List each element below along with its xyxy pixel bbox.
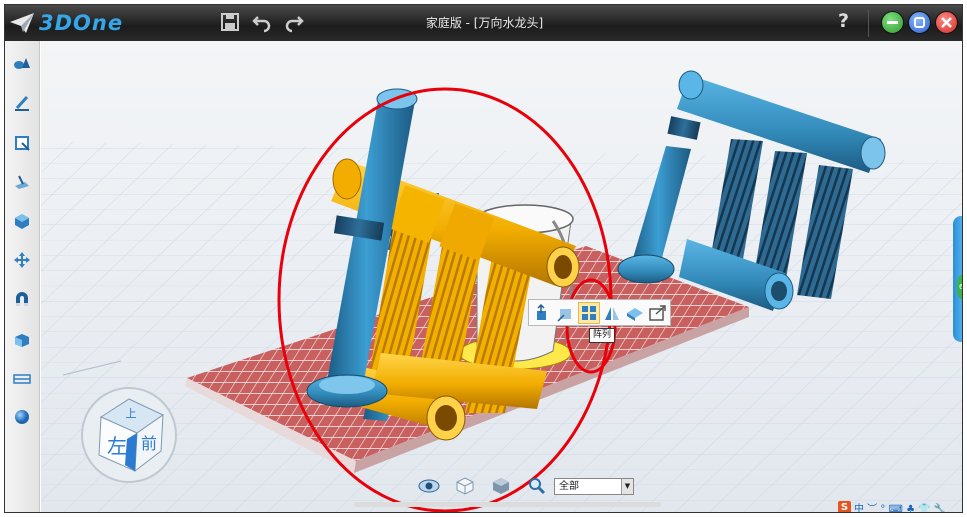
minimize-icon: [887, 21, 898, 24]
solid-icon[interactable]: [10, 51, 34, 75]
close-button[interactable]: [935, 11, 958, 34]
measure-icon[interactable]: [10, 367, 34, 391]
transform-icon[interactable]: [10, 248, 34, 272]
side-badge: 60: [957, 273, 962, 301]
help-button[interactable]: ?: [838, 10, 849, 32]
close-icon: [941, 17, 952, 28]
ime-status[interactable]: 中 ︶ ° ⌨ ♣ 👕 🔧: [854, 500, 946, 513]
material-paint-icon[interactable]: [625, 303, 645, 323]
context-toolbar: [528, 299, 671, 326]
ime-toolbar: S 中 ︶ ° ⌨ ♣ 👕 🔧: [838, 500, 962, 513]
view-cube-top-label: 上: [126, 407, 137, 420]
view-cube[interactable]: 左 前 上: [79, 385, 179, 485]
component-icon[interactable]: [10, 328, 34, 352]
maximize-button[interactable]: [908, 11, 931, 34]
selection-filter-select[interactable]: 全部 ▼: [554, 478, 634, 495]
export-icon[interactable]: [648, 303, 668, 323]
magnet-icon[interactable]: [10, 287, 34, 311]
view-cube-front-label: 前: [141, 434, 157, 453]
title-bar: 3DOne 家庭版 - [万向水龙头] ?: [5, 5, 962, 41]
window-title: 家庭版 - [万向水龙头]: [425, 16, 544, 30]
tooltip: 阵列: [589, 328, 616, 343]
zoom-icon[interactable]: [525, 475, 549, 497]
move-face-icon[interactable]: [556, 303, 576, 323]
combine-icon[interactable]: [10, 209, 34, 233]
minimize-button[interactable]: [881, 11, 904, 34]
sketch-icon[interactable]: [10, 91, 34, 115]
material-icon[interactable]: [10, 405, 34, 429]
restore-icon: [914, 17, 925, 28]
selection-filter-value: 全部: [559, 481, 579, 492]
mirror-icon[interactable]: [602, 303, 622, 323]
app-window: 3DOne 家庭版 - [万向水龙头] ? 阵列 左 前 上 全部 ▼ S 中 …: [4, 4, 963, 513]
modify-icon[interactable]: [10, 170, 34, 194]
horizontal-scrollbar[interactable]: [354, 502, 661, 507]
view-cube-left-label: 左: [107, 434, 127, 458]
titlebar-divider: [868, 9, 869, 37]
3d-viewport[interactable]: 阵列 左 前 上 60: [41, 41, 963, 513]
scene-canvas[interactable]: [41, 41, 963, 513]
left-toolbar: [5, 41, 40, 512]
view-eye-icon[interactable]: [417, 475, 441, 497]
chevron-down-icon[interactable]: ▼: [621, 479, 633, 494]
shaded-cube-icon[interactable]: [489, 475, 513, 497]
draw-icon[interactable]: [10, 131, 34, 155]
extrude-icon[interactable]: [533, 303, 553, 323]
pattern-icon[interactable]: [578, 301, 600, 324]
sogou-icon[interactable]: S: [838, 500, 851, 512]
wireframe-cube-icon[interactable]: [453, 475, 477, 497]
